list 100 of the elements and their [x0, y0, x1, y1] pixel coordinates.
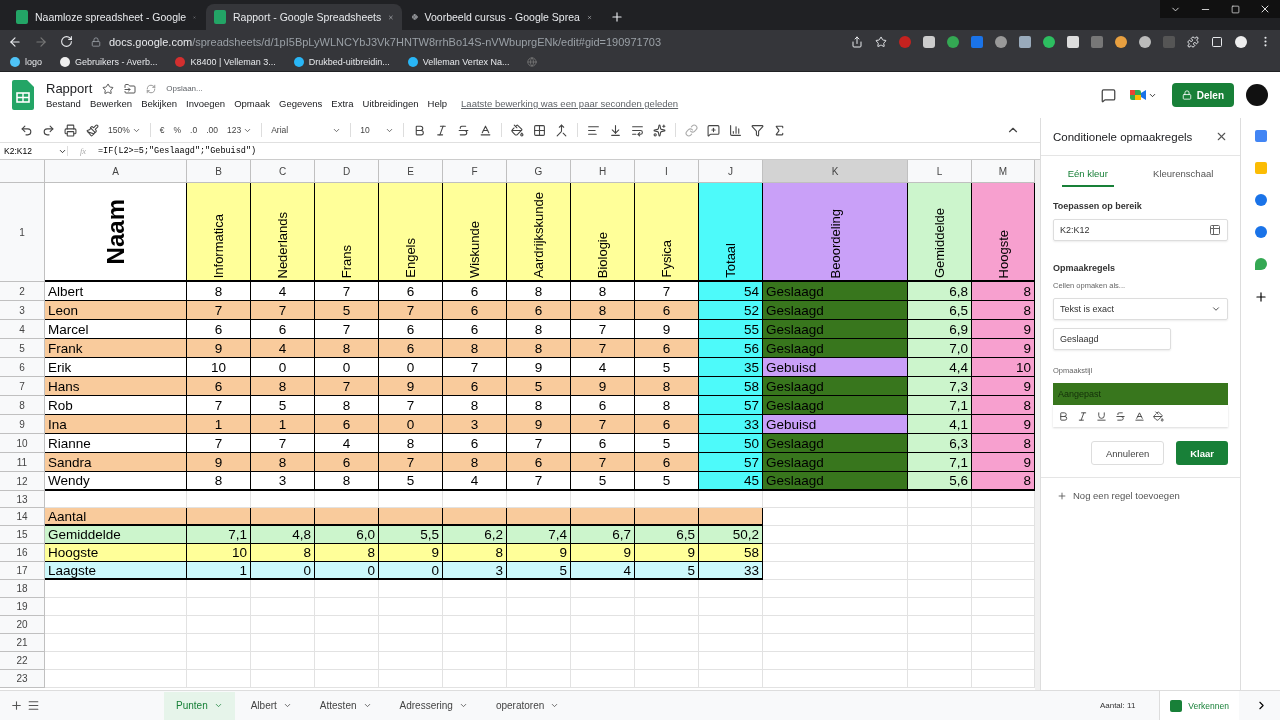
text-color-icon[interactable]: [479, 123, 493, 137]
menu-item[interactable]: Extra: [331, 98, 354, 109]
underline-icon[interactable]: [1096, 410, 1107, 422]
close-icon[interactable]: [1215, 130, 1228, 143]
extension-icon[interactable]: [1067, 35, 1079, 48]
extension-icon[interactable]: [995, 35, 1007, 48]
calendar-icon[interactable]: [1254, 130, 1267, 142]
new-tab-icon[interactable]: [610, 10, 624, 24]
puzzle-icon[interactable]: [1187, 35, 1199, 48]
row-header[interactable]: 1: [0, 183, 45, 282]
row-header[interactable]: 13: [0, 491, 45, 508]
bookmark[interactable]: Gebruikers - Averb...: [60, 57, 158, 67]
cancel-button[interactable]: Annuleren: [1090, 441, 1165, 465]
sheet-list-icon[interactable]: [27, 699, 40, 712]
done-button[interactable]: Klaar: [1176, 441, 1228, 465]
menu-item[interactable]: Gegevens: [279, 98, 323, 109]
strikethrough-icon[interactable]: [457, 123, 471, 137]
row-header[interactable]: 11: [0, 453, 45, 472]
column-header[interactable]: E: [379, 160, 443, 183]
row-header[interactable]: 16: [0, 544, 45, 562]
document-title[interactable]: Rapport: [46, 81, 93, 96]
avatar[interactable]: [1246, 84, 1268, 106]
row-header[interactable]: 5: [0, 339, 45, 358]
value-field[interactable]: Geslaagd: [1053, 328, 1171, 350]
fill-color-icon[interactable]: [1153, 410, 1164, 422]
column-header[interactable]: D: [315, 160, 379, 183]
sheet-tab[interactable]: operatoren: [483, 691, 572, 720]
percent-button[interactable]: %: [173, 125, 182, 135]
profile-icon[interactable]: [1235, 35, 1247, 48]
tasks-icon[interactable]: [1254, 194, 1267, 206]
folder-icon[interactable]: [124, 82, 137, 95]
last-edit-link[interactable]: Laatste bewerking was een paar seconden geleden: [461, 98, 679, 109]
row-header[interactable]: 3: [0, 301, 45, 320]
sheets-logo-icon[interactable]: [12, 80, 34, 110]
extension-icon[interactable]: [1139, 35, 1151, 48]
extension-icon[interactable]: [1115, 35, 1127, 48]
star-icon[interactable]: [102, 82, 115, 95]
close-icon[interactable]: [1259, 3, 1271, 15]
menu-item[interactable]: Uitbreidingen: [362, 98, 419, 109]
maps-icon[interactable]: [1254, 258, 1267, 270]
range-field[interactable]: K2:K12: [1053, 219, 1228, 241]
filter-icon[interactable]: [751, 123, 765, 137]
row-header[interactable]: 18: [0, 580, 45, 598]
sheet-tab[interactable]: Albert: [238, 691, 304, 720]
row-header[interactable]: 4: [0, 320, 45, 339]
row-header[interactable]: 8: [0, 396, 45, 415]
font-size-select[interactable]: 10: [360, 125, 395, 135]
panel-tab[interactable]: Eén kleur: [1061, 168, 1114, 187]
menu-item[interactable]: Opmaak: [234, 98, 271, 109]
add-rule-link[interactable]: Nog een regel toevoegen: [1041, 478, 1240, 513]
zoom-select[interactable]: 150%: [108, 125, 141, 135]
row-header[interactable]: 20: [0, 616, 45, 634]
extension-icon[interactable]: [923, 35, 935, 48]
side-panel-icon[interactable]: [1211, 35, 1223, 48]
condition-select[interactable]: Tekst is exact: [1053, 298, 1228, 320]
add-sheet-icon[interactable]: [10, 699, 23, 712]
redo-icon[interactable]: [42, 123, 55, 137]
paint-format-icon[interactable]: [86, 123, 99, 137]
row-header[interactable]: 19: [0, 598, 45, 616]
bold-icon[interactable]: [1058, 410, 1069, 422]
column-header[interactable]: L: [908, 160, 972, 183]
vertical-align-icon[interactable]: [609, 123, 623, 137]
column-header[interactable]: H: [571, 160, 635, 183]
bookmark[interactable]: K8400 | Velleman 3...: [175, 57, 276, 67]
menu-item[interactable]: Help: [427, 98, 448, 109]
align-icon[interactable]: [587, 123, 601, 137]
row-header[interactable]: 2: [0, 282, 45, 301]
name-box[interactable]: K2:K12: [0, 146, 68, 156]
row-header[interactable]: 22: [0, 652, 45, 670]
menu-item[interactable]: Bekijken: [141, 98, 178, 109]
grid-icon[interactable]: [1209, 224, 1221, 236]
column-header[interactable]: C: [251, 160, 315, 183]
merge-icon[interactable]: [555, 123, 569, 137]
forward-icon[interactable]: [34, 34, 48, 49]
italic-icon[interactable]: [1077, 410, 1088, 422]
column-header[interactable]: M: [972, 160, 1035, 183]
reload-icon[interactable]: [60, 35, 73, 48]
share-icon[interactable]: [851, 35, 863, 48]
row-header[interactable]: 15: [0, 526, 45, 544]
row-header[interactable]: 12: [0, 472, 45, 491]
bold-icon[interactable]: [413, 123, 427, 137]
chart-icon[interactable]: [729, 123, 743, 137]
back-icon[interactable]: [8, 34, 22, 49]
column-header[interactable]: B: [187, 160, 251, 183]
row-header[interactable]: 14: [0, 508, 45, 526]
bookmark[interactable]: logo: [10, 57, 42, 67]
print-icon[interactable]: [64, 123, 77, 137]
column-header[interactable]: I: [635, 160, 699, 183]
share-button[interactable]: Delen: [1171, 83, 1234, 107]
maximize-icon[interactable]: [1230, 4, 1240, 14]
menu-item[interactable]: Bewerken: [89, 98, 133, 109]
extension-icon[interactable]: [947, 35, 959, 48]
column-header[interactable]: G: [507, 160, 571, 183]
undo-icon[interactable]: [20, 123, 33, 137]
browser-tab[interactable]: Naamloze spreadsheet - Google: [8, 4, 204, 30]
column-header[interactable]: F: [443, 160, 507, 183]
bookmark[interactable]: Velleman Vertex Na...: [407, 57, 510, 67]
menu-item[interactable]: Invoegen: [186, 98, 226, 109]
comment-icon[interactable]: [1100, 87, 1116, 103]
borders-icon[interactable]: [533, 123, 547, 137]
